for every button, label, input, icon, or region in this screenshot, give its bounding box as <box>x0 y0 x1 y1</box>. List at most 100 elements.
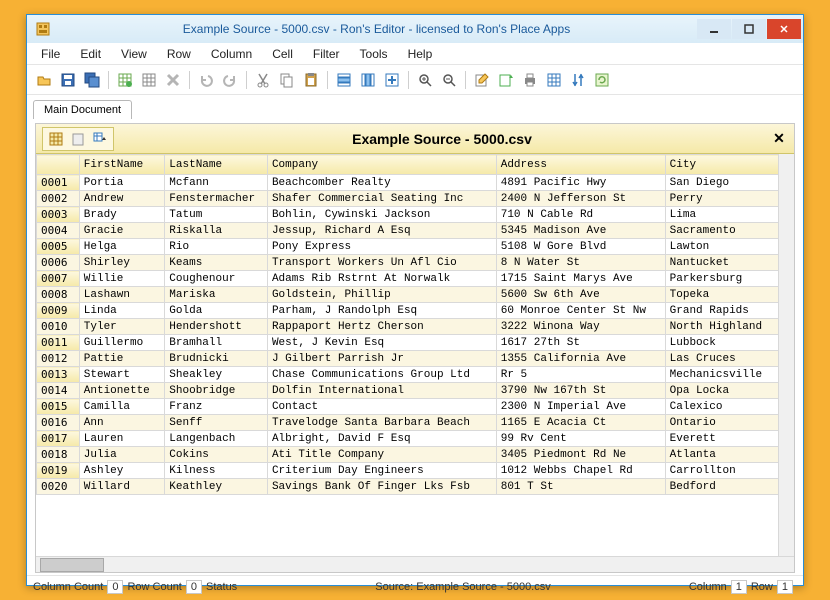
cell[interactable]: 3405 Piedmont Rd Ne <box>496 447 665 463</box>
delete-icon[interactable] <box>162 69 184 91</box>
cell[interactable]: 3222 Winona Way <box>496 319 665 335</box>
cell[interactable]: Senff <box>165 415 268 431</box>
menu-column[interactable]: Column <box>201 44 262 64</box>
cell[interactable]: Jessup, Richard A Esq <box>267 223 496 239</box>
menu-edit[interactable]: Edit <box>70 44 111 64</box>
row-number[interactable]: 0014 <box>37 383 80 399</box>
cell[interactable]: Mcfann <box>165 175 268 191</box>
table-row[interactable]: 0007WillieCoughenourAdams Rib Rstrnt At … <box>37 271 794 287</box>
row-number[interactable]: 0020 <box>37 479 80 495</box>
row-number[interactable]: 0005 <box>37 239 80 255</box>
table-row[interactable]: 0005HelgaRioPony Express5108 W Gore Blvd… <box>37 239 794 255</box>
cell[interactable]: Sheakley <box>165 367 268 383</box>
cell[interactable]: Cokins <box>165 447 268 463</box>
cell[interactable]: Rio <box>165 239 268 255</box>
cell[interactable]: Portia <box>79 175 165 191</box>
cell[interactable]: Linda <box>79 303 165 319</box>
grid-options-icon[interactable] <box>138 69 160 91</box>
cell[interactable]: Goldstein, Phillip <box>267 287 496 303</box>
zoom-out-icon[interactable] <box>438 69 460 91</box>
cell[interactable]: 2300 N Imperial Ave <box>496 399 665 415</box>
table-row[interactable]: 0017LaurenLangenbachAlbright, David F Es… <box>37 431 794 447</box>
cell[interactable]: Pony Express <box>267 239 496 255</box>
menu-filter[interactable]: Filter <box>303 44 350 64</box>
menu-row[interactable]: Row <box>157 44 201 64</box>
table-row[interactable]: 0006ShirleyKeamsTransport Workers Un Afl… <box>37 255 794 271</box>
cell[interactable]: 1617 27th St <box>496 335 665 351</box>
cell[interactable]: Lashawn <box>79 287 165 303</box>
cell[interactable]: Savings Bank Of Finger Lks Fsb <box>267 479 496 495</box>
cell[interactable]: Willie <box>79 271 165 287</box>
table-row[interactable]: 0011GuillermoBramhallWest, J Kevin Esq16… <box>37 335 794 351</box>
table-row[interactable]: 0019AshleyKilnessCriterium Day Engineers… <box>37 463 794 479</box>
row-number[interactable]: 0003 <box>37 207 80 223</box>
cell[interactable]: North Highland <box>665 319 793 335</box>
cell[interactable]: 3790 Nw 167th St <box>496 383 665 399</box>
cell[interactable]: 8 N Water St <box>496 255 665 271</box>
cell[interactable]: Topeka <box>665 287 793 303</box>
row-number[interactable]: 0018 <box>37 447 80 463</box>
insert-col-icon[interactable] <box>357 69 379 91</box>
cell[interactable]: Franz <box>165 399 268 415</box>
cell[interactable]: 1715 Saint Marys Ave <box>496 271 665 287</box>
settings-icon[interactable] <box>543 69 565 91</box>
cell[interactable]: Lima <box>665 207 793 223</box>
table-row[interactable]: 0008LashawnMariskaGoldstein, Phillip5600… <box>37 287 794 303</box>
cell[interactable]: Carrollton <box>665 463 793 479</box>
insert-row-icon[interactable] <box>333 69 355 91</box>
column-header-city[interactable]: City <box>665 155 793 175</box>
column-header-lastname[interactable]: LastName <box>165 155 268 175</box>
cell[interactable]: 710 N Cable Rd <box>496 207 665 223</box>
cell[interactable]: Lawton <box>665 239 793 255</box>
open-icon[interactable] <box>33 69 55 91</box>
cell[interactable]: 5600 Sw 6th Ave <box>496 287 665 303</box>
cell[interactable]: Nantucket <box>665 255 793 271</box>
table-row[interactable]: 0018JuliaCokinsAti Title Company3405 Pie… <box>37 447 794 463</box>
table-row[interactable]: 0001PortiaMcfannBeachcomber Realty4891 P… <box>37 175 794 191</box>
cell[interactable]: Fenstermacher <box>165 191 268 207</box>
cell[interactable]: Atlanta <box>665 447 793 463</box>
cell[interactable]: Transport Workers Un Afl Cio <box>267 255 496 271</box>
cell[interactable]: Keathley <box>165 479 268 495</box>
sort-icon[interactable] <box>567 69 589 91</box>
minimize-button[interactable] <box>697 19 731 39</box>
grid-dropdown-icon[interactable] <box>91 130 109 148</box>
cell[interactable]: Lauren <box>79 431 165 447</box>
table-row[interactable]: 0009LindaGoldaParham, J Randolph Esq60 M… <box>37 303 794 319</box>
expand-icon[interactable] <box>381 69 403 91</box>
row-number[interactable]: 0012 <box>37 351 80 367</box>
cell[interactable]: Ati Title Company <box>267 447 496 463</box>
cell[interactable]: West, J Kevin Esq <box>267 335 496 351</box>
cell[interactable]: 801 T St <box>496 479 665 495</box>
cell[interactable]: Bedford <box>665 479 793 495</box>
data-grid[interactable]: FirstNameLastNameCompanyAddressCity 0001… <box>36 154 794 495</box>
cell[interactable]: Las Cruces <box>665 351 793 367</box>
cell[interactable]: Adams Rib Rstrnt At Norwalk <box>267 271 496 287</box>
table-row[interactable]: 0016AnnSenffTravelodge Santa Barbara Bea… <box>37 415 794 431</box>
row-number[interactable]: 0006 <box>37 255 80 271</box>
cell[interactable]: Mariska <box>165 287 268 303</box>
cell[interactable]: Ann <box>79 415 165 431</box>
cell[interactable]: Calexico <box>665 399 793 415</box>
table-row[interactable]: 0013StewartSheakleyChase Communications … <box>37 367 794 383</box>
cell[interactable]: Ashley <box>79 463 165 479</box>
row-number[interactable]: 0008 <box>37 287 80 303</box>
cell[interactable]: Langenbach <box>165 431 268 447</box>
clipboard-icon[interactable] <box>69 130 87 148</box>
save-all-icon[interactable] <box>81 69 103 91</box>
cell[interactable]: Lubbock <box>665 335 793 351</box>
export-icon[interactable] <box>495 69 517 91</box>
cell[interactable]: J Gilbert Parrish Jr <box>267 351 496 367</box>
cell[interactable]: Shirley <box>79 255 165 271</box>
table-row[interactable]: 0014AntionetteShoobridgeDolfin Internati… <box>37 383 794 399</box>
cell[interactable]: 5108 W Gore Blvd <box>496 239 665 255</box>
tab-main-document[interactable]: Main Document <box>33 100 132 119</box>
cell[interactable]: Tyler <box>79 319 165 335</box>
cell[interactable]: Chase Communications Group Ltd <box>267 367 496 383</box>
row-number[interactable]: 0002 <box>37 191 80 207</box>
row-number[interactable]: 0016 <box>37 415 80 431</box>
cell[interactable]: Parkersburg <box>665 271 793 287</box>
redo-icon[interactable] <box>219 69 241 91</box>
cell[interactable]: Brudnicki <box>165 351 268 367</box>
scrollbar-thumb[interactable] <box>40 558 104 572</box>
